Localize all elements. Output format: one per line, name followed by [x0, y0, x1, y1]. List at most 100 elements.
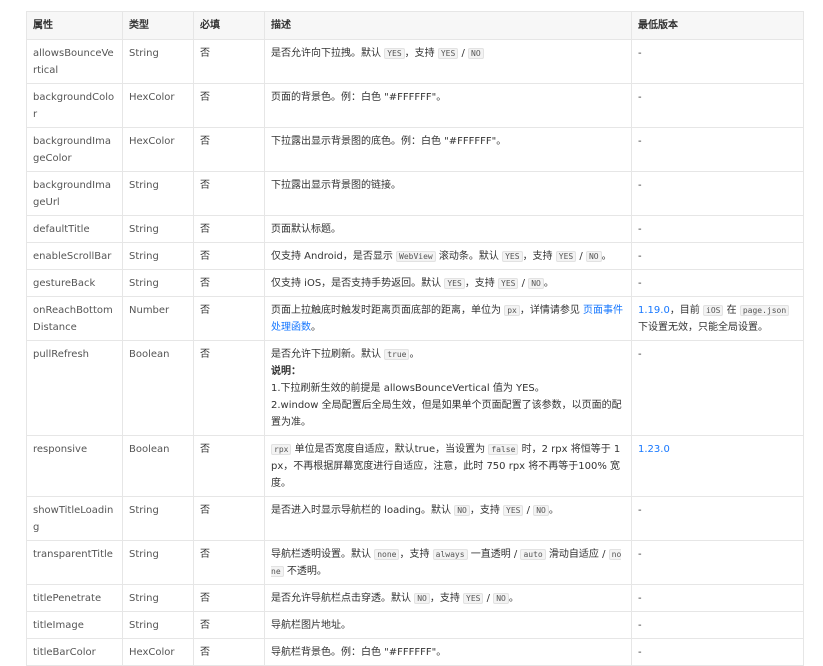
text-run: -: [638, 349, 642, 360]
text-run: ，详情请参见: [519, 305, 584, 316]
required-cell: 否: [193, 540, 265, 585]
table-row: titlePenetrate String 否是否允许导航栏点击穿透。默认 NO ，支…: [26, 584, 804, 612]
inline-code: auto: [520, 549, 546, 560]
description-cell: 页面的背景色。例：白色 "#FFFFFF"。: [264, 83, 632, 128]
inline-code: none: [374, 549, 400, 560]
table-row: enableScrollBar String 否仅支持 Android，是否显示 W…: [26, 242, 804, 270]
text-run: -: [638, 180, 642, 191]
text-run: -: [638, 505, 642, 516]
text-run: 。: [601, 251, 612, 262]
type-cell: Boolean: [122, 340, 194, 436]
doc-link[interactable]: 1.23.0: [638, 444, 670, 455]
text-run: -: [638, 224, 642, 235]
inline-code: YES: [503, 505, 524, 516]
text-run: 仅支持 iOS，是否支持手势返回。默认: [271, 278, 445, 289]
text-run: 导航栏背景色。例：白色 "#FFFFFF"。: [271, 647, 447, 658]
required-cell: 否: [193, 584, 265, 612]
type-cell: HexColor: [122, 638, 194, 666]
config-table: 属性 类型 必填 描述 最低版本 allowsBounceVertical Str…: [26, 11, 804, 666]
required-cell: 否: [193, 39, 265, 84]
text-run: ，支持: [469, 505, 504, 516]
text-run: 。: [508, 593, 519, 604]
required-cell: 否: [193, 435, 265, 497]
text-run: -: [638, 251, 642, 262]
min-version-cell: -: [631, 83, 804, 128]
inline-code: NO: [585, 251, 602, 262]
required-cell: 否: [193, 269, 265, 297]
text-run: -: [638, 136, 642, 147]
text-run: 下拉露出显示背景图的链接。: [271, 180, 401, 191]
min-version-cell: -: [631, 215, 804, 243]
description-cell: rpx 单位是否宽度自适应，默认true，当设置为 false 时，2 rpx …: [264, 435, 632, 497]
min-version-cell: 1.19.0，目前 iOS 在 page.json 下设置无效，只能全局设置。: [631, 296, 804, 341]
attr-name-cell: gestureBack: [26, 269, 123, 297]
text-run: 是否允许向下拉拽。默认: [271, 48, 385, 59]
type-cell: String: [122, 269, 194, 297]
text-run: 是否进入时显示导航栏的 loading。默认: [271, 505, 455, 516]
text-run: /: [576, 251, 586, 262]
attr-name-cell: responsive: [26, 435, 123, 497]
description-cell: 仅支持 iOS，是否支持手势返回。默认 YES ，支持 YES / NO。: [264, 269, 632, 297]
text-run: 下设置无效，只能全局设置。: [638, 322, 768, 333]
type-cell: String: [122, 242, 194, 270]
type-cell: String: [122, 584, 194, 612]
min-version-cell: -: [631, 39, 804, 84]
inline-code: NO: [454, 505, 470, 516]
inline-code: NO: [493, 593, 509, 604]
inline-code: YES: [437, 48, 459, 59]
inline-code: YES: [502, 251, 523, 262]
text-run: 页面的背景色。例：白色 "#FFFFFF"。: [271, 92, 447, 103]
attr-name-cell: showTitleLoading: [26, 496, 123, 541]
inline-code: YES: [498, 278, 519, 289]
min-version-cell: -: [631, 611, 804, 639]
description-cell: 下拉露出显示背景图的链接。: [264, 171, 632, 216]
table-row: allowsBounceVertical String 否是否允许向下拉拽。默认 Y…: [26, 39, 804, 84]
text-run: -: [638, 647, 642, 658]
text-run: /: [523, 505, 534, 516]
type-cell: String: [122, 540, 194, 585]
header-min-version: 最低版本: [631, 11, 804, 40]
inline-code: true: [384, 349, 410, 360]
description-cell: 页面默认标题。: [264, 215, 632, 243]
required-cell: 否: [193, 83, 265, 128]
required-cell: 否: [193, 242, 265, 270]
text-run: -: [638, 593, 642, 604]
min-version-cell: -: [631, 340, 804, 436]
attr-name-cell: titlePenetrate: [26, 584, 123, 612]
text-run: 滑动自适应 /: [545, 549, 609, 560]
text-run: 下拉露出显示背景图的底色。例：白色 "#FFFFFF"。: [271, 136, 507, 147]
attr-name-cell: titleBarColor: [26, 638, 123, 666]
inline-code: false: [488, 444, 519, 455]
text-run: /: [458, 48, 469, 59]
table-header-row: 属性 类型 必填 描述 最低版本: [26, 11, 804, 40]
min-version-cell: -: [631, 496, 804, 541]
description-cell: 是否允许下拉刷新。默认 true。说明： 1.下拉刷新生效的前提是 allowsB…: [264, 340, 632, 436]
description-cell: 导航栏背景色。例：白色 "#FFFFFF"。: [264, 638, 632, 666]
description-cell: 仅支持 Android，是否显示 WebView 滚动条。默认 YES ，支持 Y…: [264, 242, 632, 270]
type-cell: String: [122, 215, 194, 243]
inline-code: NO: [468, 48, 484, 59]
table-row: transparentTitle String 否导航栏透明设置。默认 none ，支…: [26, 540, 804, 585]
table-row: backgroundImageColor HexColor 否下拉露出显示背景图的底…: [26, 127, 804, 172]
table-row: pullRefresh Boolean 否是否允许下拉刷新。默认 true。说明： 1…: [26, 340, 804, 436]
text-run: 滚动条。默认: [435, 251, 503, 262]
text-run: ，支持: [522, 251, 556, 262]
min-version-cell: -: [631, 540, 804, 585]
text-run: 1.下拉刷新生效的前提是 allowsBounceVertical 值为 YES…: [271, 383, 545, 394]
text-run: 。: [311, 322, 321, 333]
note-label: 说明：: [271, 366, 301, 377]
description-cell: 导航栏图片地址。: [264, 611, 632, 639]
min-version-cell: -: [631, 269, 804, 297]
type-cell: Number: [122, 296, 194, 341]
table-body: allowsBounceVertical String 否是否允许向下拉拽。默认 Y…: [26, 39, 804, 666]
table-row: showTitleLoading String 否是否进入时显示导航栏的 loadi…: [26, 496, 804, 541]
header-required: 必填: [193, 11, 265, 40]
type-cell: String: [122, 39, 194, 84]
description-cell: 页面上拉触底时触发时距离页面底部的距离，单位为 px ，详情请参见 页面事件处理函…: [264, 296, 632, 341]
attr-name-cell: transparentTitle: [26, 540, 123, 585]
type-cell: String: [122, 171, 194, 216]
attr-name-cell: onReachBottomDistance: [26, 296, 123, 341]
min-version-cell: 1.23.0: [631, 435, 804, 497]
doc-link[interactable]: 1.19.0: [638, 305, 670, 316]
text-run: -: [638, 278, 642, 289]
